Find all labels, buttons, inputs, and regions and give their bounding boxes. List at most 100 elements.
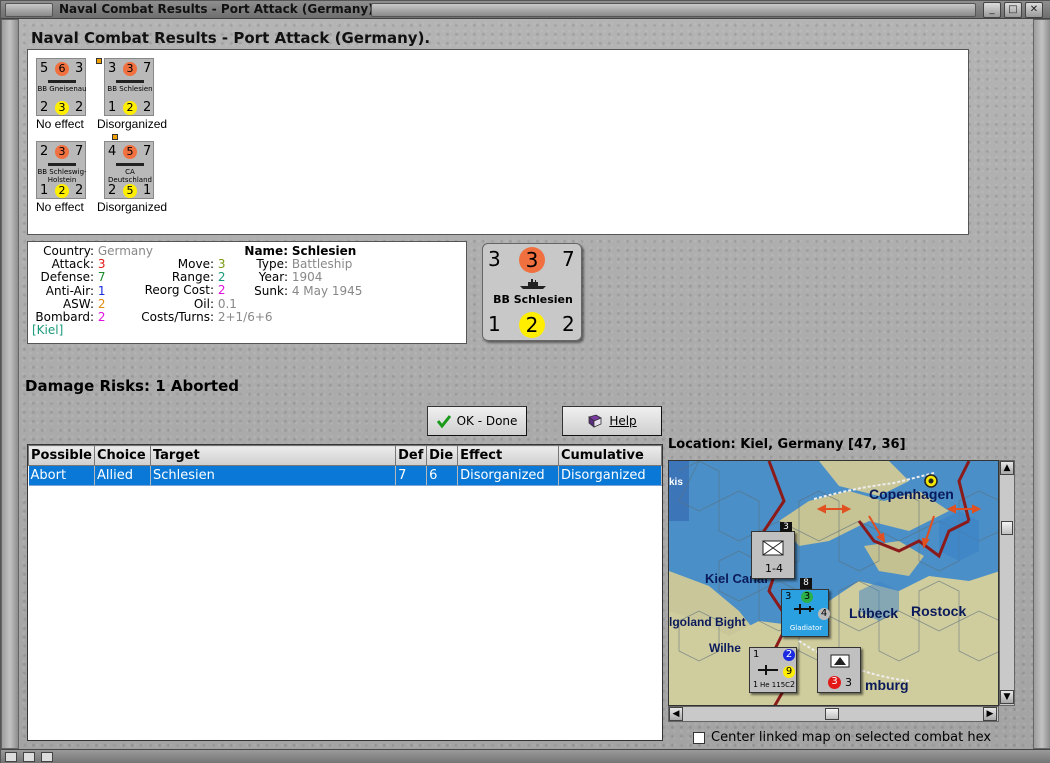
table-cell: 6 [426, 465, 459, 486]
table-row[interactable]: Abort Allied Schlesien 7 6 Disorganized … [28, 465, 662, 486]
scroll-down-arrow-icon[interactable]: ▼ [1000, 690, 1014, 704]
counter-value: 3 [108, 61, 117, 76]
counter-value: 4 [108, 144, 117, 159]
column-header[interactable]: Die [426, 445, 459, 466]
counter-value: 3 [488, 247, 501, 271]
infantry-counter[interactable]: 3 1-4 [751, 522, 795, 579]
location-link[interactable]: [Kiel] [32, 323, 63, 337]
reorg-value: 2 [217, 283, 226, 298]
help-button[interactable]: Help [562, 406, 662, 436]
map-vertical-scrollbar[interactable]: ▲ ▼ [999, 460, 1015, 706]
column-header[interactable]: Def [395, 445, 428, 466]
scroll-up-arrow-icon[interactable]: ▲ [1000, 461, 1014, 475]
counter-value: 2 [143, 100, 152, 115]
maximize-button[interactable]: □ [1004, 2, 1022, 18]
column-header[interactable]: Possible [28, 445, 95, 466]
minimize-button[interactable]: _ [983, 2, 1001, 18]
unit-result-schlesien[interactable]: 3 3 7 BB Schlesien 1 2 2 Disorganized [97, 58, 168, 131]
unit-result-schleswig-holstein[interactable]: 2 3 7 BB Schleswig-Holstein 1 2 2 No eff… [31, 141, 91, 214]
title-grip-left [5, 3, 53, 17]
ok-done-button[interactable]: OK - Done [427, 406, 527, 436]
table-cell: Abort [28, 465, 95, 486]
counter-value: 3 [75, 61, 84, 76]
counter-value: 3 [123, 62, 137, 76]
scroll-left-arrow-icon[interactable]: ◀ [669, 707, 683, 721]
counter-value: 5 [40, 61, 49, 76]
title-bar[interactable]: Naval Combat Results - Port Attack (Germ… [1, 1, 1050, 19]
counter-value: 3 [519, 247, 545, 273]
bombard-value: 2 [97, 310, 106, 325]
effect-label: No effect [36, 117, 84, 131]
scroll-right-arrow-icon[interactable]: ▶ [983, 707, 997, 721]
column-header[interactable]: Cumulative [558, 445, 662, 466]
counter-name: BB Schlesien [493, 293, 573, 306]
bomber-icon [758, 665, 778, 675]
combat-choice-table: Possible Choice Target Def Die Effect Cu… [27, 444, 663, 741]
location-label: Location: Kiel, Germany [47, 36] [668, 437, 906, 452]
infantry-icon [762, 540, 784, 556]
defense-label: Defense: [40, 270, 94, 285]
resize-grip-icon[interactable] [41, 752, 53, 762]
attack-value: 3 [97, 257, 106, 272]
counter-value: 1 [108, 100, 117, 115]
sunk-value: 4 May 1945 [291, 283, 363, 298]
column-header[interactable]: Choice [93, 445, 151, 466]
counter-value: 3 [828, 676, 841, 689]
defense-value: 7 [97, 270, 106, 285]
antiair-value: 1 [97, 283, 106, 298]
oil-value: 0.1 [217, 296, 237, 311]
table-cell: Disorganized [457, 465, 560, 486]
selected-unit-counter: 3 3 7 BB Schlesien 1 2 2 [482, 243, 582, 341]
map-label-lubeck: Lübeck [849, 605, 899, 621]
counter-value: 2 [75, 100, 84, 115]
center-map-checkbox[interactable] [693, 731, 705, 744]
column-header[interactable]: Effect [457, 445, 560, 466]
map-label-rostock: Rostock [911, 603, 967, 619]
counter-value: 7 [75, 144, 84, 159]
center-map-option[interactable]: Center linked map on selected combat hex [693, 730, 991, 745]
unit-result-gneisenau[interactable]: 5 6 3 BB Gneisenau 2 3 2 No effect [31, 58, 91, 131]
counter-value: 2 [108, 183, 117, 198]
counter-value: 2 [790, 680, 796, 689]
battleship-icon [48, 160, 76, 166]
resize-grip-icon[interactable] [23, 752, 35, 762]
effect-label: Disorganized [97, 200, 168, 214]
country-value: Germany [97, 244, 153, 258]
counter-name: CA Deutschland [108, 168, 152, 184]
counter-value: 5 [123, 184, 137, 198]
asw-value: 2 [97, 296, 106, 311]
linked-map[interactable]: Copenhagen Kiel Canal Lübeck Rostock lgo… [668, 460, 999, 706]
plane-icon [794, 604, 814, 614]
counter-value: 2 [75, 183, 84, 198]
name-value: Schlesien [291, 244, 357, 258]
battleship-icon [116, 77, 144, 83]
effect-label: No effect [36, 200, 84, 214]
left-resize-rail[interactable] [1, 19, 19, 749]
table-cell: 7 [395, 465, 428, 486]
counter-name: He 115C [760, 681, 791, 689]
resize-grip-icon[interactable] [5, 752, 17, 762]
costs-label: Costs/Turns: [141, 309, 214, 324]
hq-counter[interactable]: 3 3 [817, 647, 861, 693]
counter-value: 3 [780, 522, 792, 532]
right-resize-rail[interactable] [1033, 19, 1050, 749]
dialog-heading: Naval Combat Results - Port Attack (Germ… [31, 29, 431, 47]
oil-label: Oil: [193, 296, 214, 311]
counter-value: 7 [143, 61, 152, 76]
window-title: Naval Combat Results - Port Attack (Germ… [59, 2, 379, 16]
year-label: Year: [258, 270, 288, 285]
close-button[interactable]: ✕ [1025, 2, 1043, 18]
unit-result-deutschland[interactable]: 4 5 7 CA Deutschland 2 5 1 Disorganized [97, 141, 168, 214]
horizontal-scroll-thumb[interactable] [825, 708, 839, 720]
effect-label: Disorganized [97, 117, 168, 131]
bomber-counter[interactable]: 1 2 9 1 He 115C 2 [749, 647, 797, 693]
counter-value: 3 [845, 676, 852, 689]
help-label: Help [609, 414, 637, 428]
fighter-counter[interactable]: 8 3 3 4 Gladiator [781, 578, 830, 637]
column-header[interactable]: Target [149, 445, 397, 466]
counter-name: BB Gneisenau [37, 85, 87, 93]
vertical-scroll-thumb[interactable] [1001, 521, 1013, 535]
map-horizontal-scrollbar[interactable]: ◀ ▶ [668, 706, 999, 722]
unit-info-panel: Country: Germany Attack: 3 Defense: 7 An… [27, 241, 467, 344]
cruiser-icon [116, 160, 144, 166]
